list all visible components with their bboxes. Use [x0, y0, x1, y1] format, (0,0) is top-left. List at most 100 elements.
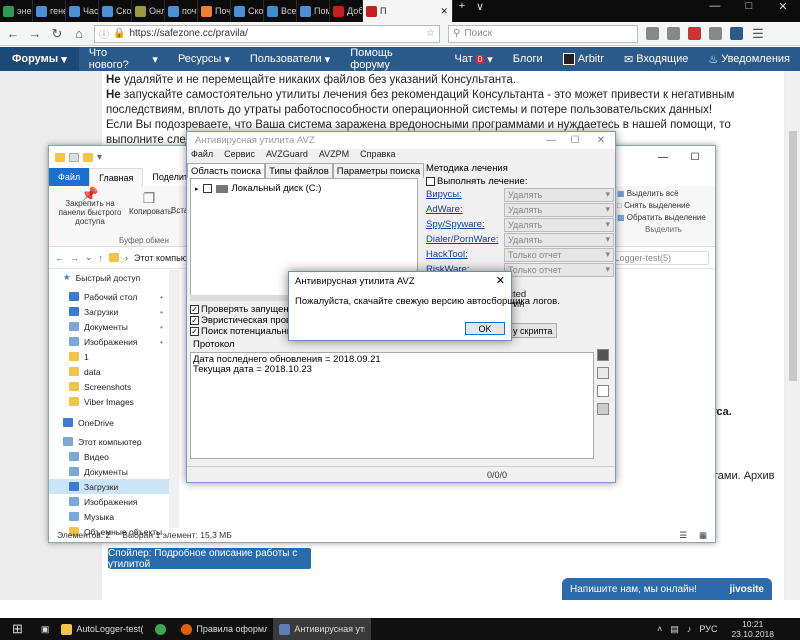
nav-item[interactable]: Рабочий стол • — [49, 289, 169, 304]
tiles-view-icon[interactable]: ▦ — [699, 530, 715, 541]
avz-tab[interactable]: Параметры поиска — [332, 163, 425, 178]
option-check-running[interactable]: ✓ Проверять запущенн — [190, 304, 296, 315]
browser-tab[interactable]: Добр — [330, 0, 363, 22]
tab-list-icon[interactable]: ∨ — [471, 0, 489, 22]
browser-tab[interactable]: Почтовы — [198, 0, 231, 22]
method-link[interactable]: Вирусы: — [426, 189, 462, 200]
avz-menu-item[interactable]: Справка — [360, 149, 395, 162]
option-potential[interactable]: ✓ Поиск потенциальны — [190, 326, 296, 337]
bookmark-star-icon[interactable]: ☆ — [426, 28, 435, 39]
tray-chevron-icon[interactable]: ˄ — [657, 624, 662, 634]
clock[interactable]: 10:21 23.10.2018 — [723, 619, 800, 639]
search-input[interactable]: ⚲ Поиск — [448, 24, 638, 43]
browser-tab[interactable]: Част — [66, 0, 99, 22]
start-icon[interactable]: ⊞ — [0, 618, 35, 640]
spoiler-button[interactable]: Спойлер: Подробное описание работы с ути… — [108, 548, 311, 570]
perform-checkbox[interactable] — [426, 177, 435, 186]
glasses-icon[interactable] — [597, 367, 609, 379]
sidebar-icon[interactable] — [667, 27, 680, 40]
network-icon[interactable]: ▤ — [670, 624, 679, 635]
details-view-icon[interactable]: ☰ — [679, 530, 687, 541]
taskbar-item[interactable] — [149, 618, 175, 640]
option-heuristic[interactable]: ✓ Эвристическая прове — [190, 315, 296, 326]
pin-button[interactable]: 📌 Закрепить на панели быстрого доступа — [55, 187, 125, 226]
library-icon[interactable] — [646, 27, 659, 40]
nav-item[interactable]: data — [49, 364, 169, 379]
inbox-link[interactable]: ✉ Входящие — [614, 47, 698, 71]
list-icon[interactable] — [597, 403, 609, 415]
taskbar-item[interactable]: Правила оформле... — [175, 618, 273, 640]
history-dropdown-icon[interactable]: ⌄ — [85, 252, 93, 263]
reload-button[interactable]: ↻ — [50, 26, 64, 42]
page-scrollbar[interactable] — [786, 71, 800, 600]
save-log-icon[interactable] — [597, 349, 609, 361]
taskbar-item[interactable]: Антивирусная утил... — [273, 618, 372, 640]
nav-item[interactable]: Screenshots — [49, 379, 169, 394]
up-icon[interactable]: ↑ — [99, 253, 104, 263]
nav-blogs[interactable]: Блоги — [503, 47, 553, 71]
browser-tab-active[interactable]: П ✕ — [363, 0, 453, 22]
minimize-icon[interactable]: — — [649, 152, 677, 163]
avz-tab[interactable]: Область поиска — [187, 163, 266, 178]
forward-button[interactable]: → — [28, 26, 42, 41]
forward-icon[interactable]: → — [70, 253, 79, 263]
nav-item[interactable]: Документы — [49, 464, 169, 479]
checkbox-checked[interactable]: ✓ — [190, 305, 199, 314]
nav-item[interactable]: Viber Images — [49, 394, 169, 409]
maximize-icon[interactable]: ☐ — [681, 152, 709, 163]
alerts-link[interactable]: ♨ Уведомления — [698, 47, 800, 71]
scroll-thumb[interactable] — [789, 131, 797, 381]
taskbar-item[interactable]: AutoLogger-test(5) — [55, 618, 149, 640]
nav-pane-scrollbar[interactable] — [169, 270, 179, 528]
nav-item[interactable]: OneDrive — [49, 415, 169, 430]
nav-users[interactable]: Пользователи ▾ — [240, 47, 340, 71]
avz-menu-item[interactable]: Файл — [191, 149, 213, 162]
avz-tab[interactable]: Типы файлов — [265, 163, 333, 178]
nav-forums[interactable]: Форумы ▾ — [0, 47, 79, 71]
method-select[interactable]: Удалять ▾ — [504, 217, 614, 232]
nav-item[interactable]: 1 — [49, 349, 169, 364]
maximize-icon[interactable]: ☐ — [563, 132, 587, 149]
copy-button[interactable]: ❐ Копировать — [129, 190, 172, 216]
new-tab-icon[interactable]: + — [453, 0, 471, 22]
minimize-icon[interactable]: — — [539, 132, 563, 149]
close-tab-icon[interactable]: ✕ — [440, 6, 452, 17]
back-button[interactable]: ← — [6, 26, 20, 41]
tab-home[interactable]: Главная — [89, 168, 144, 186]
expand-icon[interactable]: ▸ — [195, 185, 199, 193]
avz-menu-item[interactable]: AVZPM — [319, 149, 349, 162]
nav-item[interactable]: Изображения • — [49, 334, 169, 349]
avz-menu-item[interactable]: AVZGuard — [266, 149, 308, 162]
nav-item[interactable]: Видео — [49, 449, 169, 464]
method-link[interactable]: AdWare: — [426, 204, 463, 215]
script-button[interactable]: у скрипта — [509, 323, 557, 338]
select-none-button[interactable]: □ Снять выделение — [617, 200, 706, 212]
nav-whats-new[interactable]: Что нового? ▾ — [79, 47, 168, 71]
menu-icon[interactable]: ☰ — [751, 26, 765, 42]
volume-icon[interactable]: ♪ — [687, 624, 692, 634]
close-icon[interactable]: ✕ — [496, 274, 505, 287]
browser-tab[interactable]: Сколь — [99, 0, 132, 22]
method-select[interactable]: Удалять ▾ — [504, 202, 614, 217]
nav-item[interactable]: Музыка — [49, 509, 169, 524]
browser-tab[interactable]: Скол — [231, 0, 264, 22]
nav-item[interactable]: Изображения — [49, 494, 169, 509]
checkbox-checked[interactable]: ✓ — [190, 316, 199, 325]
properties-icon[interactable] — [69, 152, 79, 162]
nav-item[interactable]: ★ Быстрый доступ — [49, 270, 169, 285]
adblock-icon[interactable] — [688, 27, 701, 40]
extension-icon[interactable] — [709, 27, 722, 40]
language-indicator[interactable]: РУС — [699, 624, 717, 634]
method-select[interactable]: Удалять ▾ — [504, 187, 614, 202]
new-folder-icon[interactable] — [83, 152, 93, 162]
ok-button[interactable]: OK — [465, 322, 505, 335]
tab-file[interactable]: Файл — [49, 168, 90, 186]
nav-chat[interactable]: Чат 0 ▾ — [445, 47, 503, 71]
method-select[interactable]: Только отчет ▾ — [504, 247, 614, 262]
select-all-button[interactable]: ▦ Выделить всё — [617, 188, 706, 200]
method-select[interactable]: Только отчет ▾ — [504, 262, 614, 277]
qat-dropdown-icon[interactable]: ▾ — [97, 152, 102, 163]
browser-tab[interactable]: Все и — [264, 0, 297, 22]
method-link[interactable]: Spy/Spyware: — [426, 219, 485, 230]
avz-menu-item[interactable]: Сервис — [224, 149, 255, 162]
